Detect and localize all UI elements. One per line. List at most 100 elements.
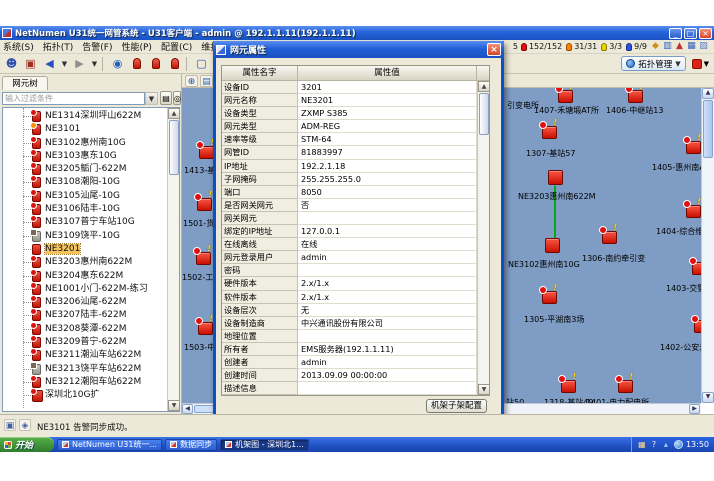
menu-item[interactable]: 系统(S) xyxy=(3,40,34,53)
tree-item[interactable]: NE3208葵潭-622M xyxy=(3,323,163,336)
ne-node-icon[interactable] xyxy=(545,238,560,253)
ne-node-icon[interactable] xyxy=(561,380,576,393)
table-row[interactable]: 设备层次 无 xyxy=(222,304,477,317)
ne-node-icon[interactable] xyxy=(618,380,633,393)
table-row[interactable]: 设备ID 3201 xyxy=(222,81,477,94)
close-button[interactable]: × xyxy=(699,28,712,39)
menu-item[interactable]: 性能(P) xyxy=(121,40,151,53)
menubar-tool-icon[interactable]: ▲ xyxy=(674,41,685,52)
ne-node-icon[interactable] xyxy=(694,320,701,333)
map-tool-icon[interactable]: ⊕ xyxy=(185,75,198,87)
property-value[interactable]: 3201 xyxy=(298,81,477,94)
tree-item[interactable]: 深圳北10G扩 xyxy=(3,389,163,402)
property-value[interactable]: admin xyxy=(298,251,477,264)
menubar-tool-icon[interactable]: ▦ xyxy=(686,41,697,52)
tree-item[interactable]: NE3107普宁车站10G xyxy=(3,216,163,229)
table-row[interactable]: 描述信息 xyxy=(222,382,477,395)
toolbar-icon[interactable]: ▼ xyxy=(90,56,99,72)
topology-manage-button[interactable]: 拓扑管理 ▼ xyxy=(621,56,685,71)
tree-item[interactable]: NE3108潮阳-10G xyxy=(3,176,163,189)
ne-node-icon[interactable] xyxy=(197,198,212,211)
property-value[interactable]: 2.x/1.x xyxy=(298,277,477,290)
menubar-tool-icon[interactable]: ▧ xyxy=(698,41,709,52)
alarm-filter-dropdown[interactable]: ▼ xyxy=(692,59,709,69)
minimize-button[interactable]: _ xyxy=(669,28,682,39)
property-value[interactable] xyxy=(298,264,477,277)
table-row[interactable]: 创建时间 2013.09.09 00:00:00 xyxy=(222,369,477,382)
property-value[interactable]: NE3201 xyxy=(298,94,477,107)
dialog-close-button[interactable]: × xyxy=(487,43,501,56)
toolbar-icon[interactable]: ◀ xyxy=(41,56,58,72)
property-value[interactable]: 否 xyxy=(298,199,477,212)
toolbar-icon[interactable] xyxy=(128,56,145,72)
property-value[interactable]: ADM-REG xyxy=(298,120,477,133)
property-value[interactable]: 2013.09.09 00:00:00 xyxy=(298,369,477,382)
toolbar-icon[interactable]: ▢ xyxy=(193,56,210,72)
tree-item[interactable]: NE3101 xyxy=(3,123,163,136)
rack-config-button[interactable]: 机架子架配置 xyxy=(426,399,487,413)
property-value[interactable]: 在线 xyxy=(298,238,477,251)
table-row[interactable]: 所有者 EMS服务器(192.1.1.11) xyxy=(222,343,477,356)
property-value[interactable] xyxy=(298,330,477,343)
tree-item[interactable]: NE3211潮汕车站622M xyxy=(3,349,163,362)
table-row[interactable]: 密码 xyxy=(222,264,477,277)
table-row[interactable]: 子网掩码 255.255.255.0 xyxy=(222,173,477,186)
toolbar-icon[interactable] xyxy=(186,57,190,71)
toolbar-icon[interactable]: ▣ xyxy=(22,56,39,72)
tree-item[interactable]: NE3212潮阳车站622M xyxy=(3,376,163,389)
tree-item[interactable]: NE3213饶平车站622M xyxy=(3,363,163,376)
start-button[interactable]: 开始 xyxy=(0,437,54,452)
table-row[interactable]: 网元名称 NE3201 xyxy=(222,94,477,107)
scroll-up-icon[interactable]: ▲ xyxy=(702,88,714,99)
map-vertical-scrollbar[interactable]: ▲ ▼ xyxy=(701,88,714,403)
scroll-right-icon[interactable]: ▶ xyxy=(689,404,700,414)
taskbar-clock[interactable]: 13:50 xyxy=(674,440,709,449)
ne-node-icon[interactable] xyxy=(628,90,643,103)
tree-item[interactable]: NE3207陆丰-622M xyxy=(3,309,163,322)
property-value[interactable] xyxy=(298,382,477,395)
ne-node-icon[interactable] xyxy=(686,205,701,218)
tree-item[interactable]: NE1314深圳坪山622M xyxy=(3,110,163,123)
tree-item[interactable]: NE3109饶平-10G xyxy=(3,230,163,243)
filter-search-button[interactable]: ◎ xyxy=(173,91,181,105)
tree-item[interactable]: NE3102惠州南10G xyxy=(3,137,163,150)
property-value[interactable]: 8050 xyxy=(298,186,477,199)
taskbar-task-button[interactable]: 数据同步 xyxy=(165,439,217,451)
tree-item[interactable]: NE3209普宁-622M xyxy=(3,336,163,349)
ne-node-icon[interactable] xyxy=(692,262,701,275)
table-scrollbar-thumb[interactable] xyxy=(479,93,489,135)
property-value[interactable]: 192.2.1.18 xyxy=(298,160,477,173)
alarm-lamp[interactable]: 3/3 xyxy=(601,42,622,51)
scroll-left-icon[interactable]: ◀ xyxy=(182,404,193,414)
property-value[interactable]: admin xyxy=(298,356,477,369)
tray-icon[interactable]: ▴ xyxy=(661,440,671,450)
menu-item[interactable]: 拓扑(T) xyxy=(43,40,74,53)
ne-node-icon[interactable] xyxy=(196,252,211,265)
filter-edit-button[interactable]: ▤ xyxy=(160,91,172,105)
maximize-button[interactable]: □ xyxy=(684,28,697,39)
menubar-tool-icon[interactable]: ▥ xyxy=(662,41,673,52)
alarm-lamp[interactable]: 152/152 xyxy=(521,42,562,51)
scroll-down-icon[interactable]: ▼ xyxy=(168,400,180,411)
tree-item[interactable]: NE3106陆丰-10G xyxy=(3,203,163,216)
table-row[interactable]: 是否网关网元 否 xyxy=(222,199,477,212)
ne-node-icon[interactable] xyxy=(542,126,557,139)
scroll-down-icon[interactable]: ▼ xyxy=(702,392,714,403)
tree-item[interactable]: NE3105汕尾-10G xyxy=(3,190,163,203)
table-row[interactable]: 网管ID 81883997 xyxy=(222,146,477,159)
property-value[interactable] xyxy=(298,212,477,225)
table-row[interactable]: 绑定的IP地址 127.0.0.1 xyxy=(222,225,477,238)
ne-node-icon[interactable] xyxy=(542,291,557,304)
ne-node-icon[interactable] xyxy=(198,322,213,335)
tree-item[interactable]: NE3204惠东622M xyxy=(3,270,163,283)
dialog-titlebar[interactable]: 网元属性 × xyxy=(213,41,504,58)
property-value[interactable]: EMS服务器(192.1.1.11) xyxy=(298,343,477,356)
tree-item[interactable]: NE3205鲘门-622M xyxy=(3,163,163,176)
property-value[interactable]: 中兴通讯股份有限公司 xyxy=(298,317,477,330)
menu-item[interactable]: 告警(F) xyxy=(82,40,112,53)
table-row[interactable]: 设备制造商 中兴通讯股份有限公司 xyxy=(222,317,477,330)
tree-item[interactable]: NE3206汕尾-622M xyxy=(3,296,163,309)
network-status-icon[interactable]: ▣ xyxy=(4,419,16,431)
table-row[interactable]: 速率等级 STM-64 xyxy=(222,133,477,146)
property-value[interactable]: ZXMP S385 xyxy=(298,107,477,120)
